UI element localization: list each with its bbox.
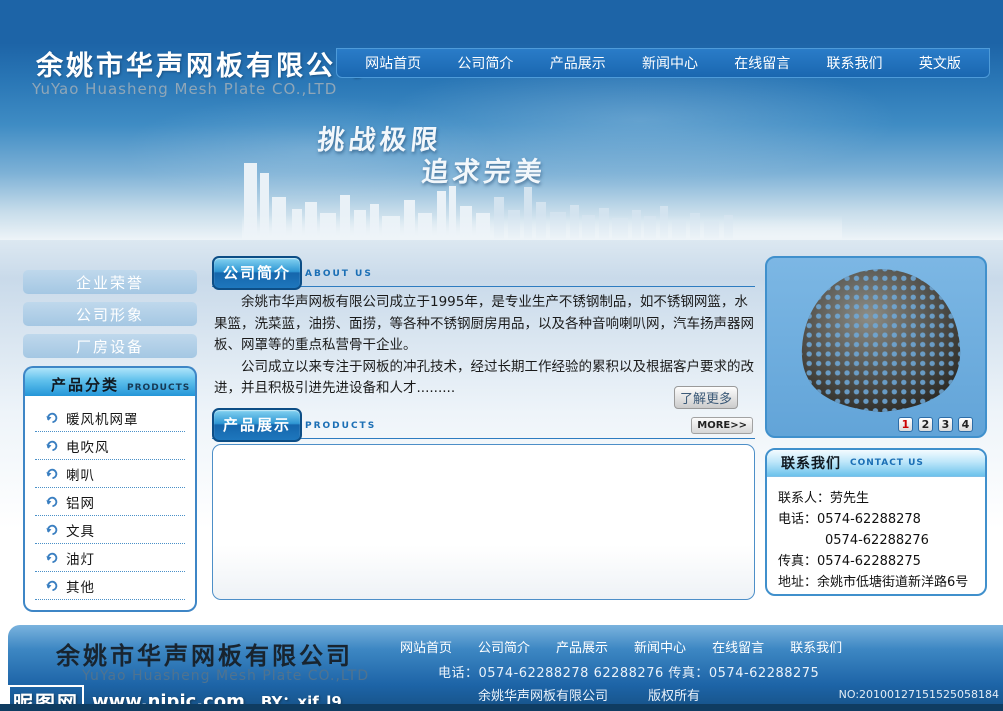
about-section-header: 公司简介 ABOUT US — [212, 256, 755, 287]
slider-pagination: 1 2 3 4 — [893, 417, 973, 432]
footer-phone-line: 电话：0574-62288278 62288276 传真：0574-622882… — [438, 662, 819, 681]
nav-item[interactable]: 新闻中心 — [642, 53, 698, 73]
footer-bottom-strip — [0, 704, 1003, 711]
about-subtitle: ABOUT US — [305, 269, 373, 279]
company-logo[interactable]: 余姚市华声网板有限公司 — [36, 44, 366, 83]
learn-more-button[interactable]: 了解更多 — [674, 386, 738, 409]
page: 余姚市华声网板有限公司 YuYao Huasheng Mesh Plate CO… — [0, 0, 1003, 711]
main-content: 企业荣誉 公司形象 厂房设备 产品分类 PRODUCTS — [0, 240, 1003, 625]
footer-link[interactable]: 公司简介 — [478, 637, 530, 656]
sidebar-item-image[interactable]: 公司形象 — [23, 302, 197, 326]
curved-arrow-icon — [45, 551, 58, 564]
footer-copyright-name: 余姚华声网板有限公司 — [478, 689, 608, 704]
page-button[interactable]: 4 — [958, 417, 973, 432]
category-label: 文具 — [66, 520, 95, 540]
products-subtitle: PRODUCTS — [305, 421, 376, 431]
category-label: 暖风机网罩 — [66, 408, 139, 428]
products-section-header: 产品展示 PRODUCTS MORE>> — [212, 408, 755, 439]
contact-line: 传真：0574-62288275 — [778, 551, 979, 572]
product-category-list: 暖风机网罩 电吹风 — [23, 396, 197, 612]
contact-info: 联系人：劳先生 电话：0574-62288278 0574-62288276 传… — [767, 477, 985, 593]
about-title-badge[interactable]: 公司简介 — [212, 256, 302, 290]
category-label: 其他 — [66, 576, 95, 596]
nav-item[interactable]: 网站首页 — [365, 53, 421, 73]
products-title-badge[interactable]: 产品展示 — [212, 408, 302, 442]
more-button[interactable]: MORE>> — [691, 417, 753, 434]
header-banner: 余姚市华声网板有限公司 YuYao Huasheng Mesh Plate CO… — [0, 0, 1003, 240]
footer-company-name: 余姚市华声网板有限公司 — [56, 636, 353, 671]
category-item[interactable]: 暖风机网罩 — [35, 404, 185, 432]
category-label: 喇叭 — [66, 464, 95, 484]
footer-link[interactable]: 新闻中心 — [634, 637, 686, 656]
footer: 余姚市华声网板有限公司 YuYao Huasheng Mesh Plate CO… — [8, 625, 1003, 711]
products-display-box — [212, 444, 755, 600]
category-item[interactable]: 喇叭 — [35, 460, 185, 488]
contact-title: 联系我们 — [781, 453, 841, 473]
sidebar-item-honor[interactable]: 企业荣誉 — [23, 270, 197, 294]
curved-arrow-icon — [45, 495, 58, 508]
about-text: 余姚市华声网板有限公司成立于1995年，是专业生产不锈钢制品，如不锈钢网篮，水果… — [214, 292, 754, 400]
sidebar-item-equipment[interactable]: 厂房设备 — [23, 334, 197, 358]
page-button[interactable]: 1 — [898, 417, 913, 432]
product-image-slider: 1 2 3 4 — [765, 256, 987, 438]
nav-item[interactable]: 公司简介 — [457, 53, 513, 73]
footer-link[interactable]: 网站首页 — [400, 637, 452, 656]
category-item[interactable]: 其他 — [35, 572, 185, 600]
nav-item[interactable]: 联系我们 — [827, 53, 883, 73]
company-logo-subtitle: YuYao Huasheng Mesh Plate CO.,LTD — [32, 80, 337, 98]
contact-panel-header: 联系我们 CONTACT US — [767, 450, 985, 477]
product-category-header: 产品分类 PRODUCTS — [23, 366, 197, 396]
page-button[interactable]: 2 — [918, 417, 933, 432]
category-item[interactable]: 铝网 — [35, 488, 185, 516]
mesh-dome-product-image — [795, 264, 967, 419]
category-label: 电吹风 — [66, 436, 110, 456]
footer-link[interactable]: 产品展示 — [556, 637, 608, 656]
city-skyline-illustration — [242, 157, 842, 240]
curved-arrow-icon — [45, 579, 58, 592]
about-paragraph-1: 余姚市华声网板有限公司成立于1995年，是专业生产不锈钢制品，如不锈钢网篮，水果… — [214, 292, 754, 357]
product-category-panel: 产品分类 PRODUCTS 暖风机网罩 — [23, 366, 197, 612]
about-paragraph-2: 公司成立以来专注于网板的冲孔技术，经过长期工作经验的累积以及根据客户要求的改进，… — [214, 357, 754, 400]
footer-nav: 网站首页 公司简介 产品展示 新闻中心 在线留言 联系我们 — [400, 637, 868, 656]
nav-item[interactable]: 英文版 — [919, 53, 961, 73]
category-label: 铝网 — [66, 492, 95, 512]
contact-line: 电话：0574-62288278 — [778, 509, 979, 530]
footer-copyright-label: 版权所有 — [648, 689, 700, 704]
product-category-title: 产品分类 — [51, 374, 119, 395]
contact-panel: 联系我们 CONTACT US 联系人：劳先生 电话：0574-62288278… — [765, 448, 987, 596]
contact-line: 地址：余姚市低塘街道新洋路6号 — [778, 572, 979, 593]
contact-subtitle: CONTACT US — [850, 458, 924, 468]
curved-arrow-icon — [45, 411, 58, 424]
footer-link[interactable]: 联系我们 — [790, 637, 842, 656]
page-button[interactable]: 3 — [938, 417, 953, 432]
footer-copyright: 余姚华声网板有限公司 版权所有 — [478, 685, 700, 704]
category-item[interactable]: 文具 — [35, 516, 185, 544]
category-item[interactable]: 电吹风 — [35, 432, 185, 460]
curved-arrow-icon — [45, 467, 58, 480]
footer-link[interactable]: 在线留言 — [712, 637, 764, 656]
category-item[interactable]: 油灯 — [35, 544, 185, 572]
contact-line: 0574-62288276 — [778, 530, 979, 551]
product-category-subtitle: PRODUCTS — [127, 383, 190, 393]
category-label: 油灯 — [66, 548, 95, 568]
footer-company-name-en: YuYao Huasheng Mesh Plate CO.,LTD — [82, 668, 369, 684]
nav-item[interactable]: 产品展示 — [550, 53, 606, 73]
contact-line: 联系人：劳先生 — [778, 488, 979, 509]
curved-arrow-icon — [45, 523, 58, 536]
curved-arrow-icon — [45, 439, 58, 452]
main-nav: 网站首页 公司简介 产品展示 新闻中心 在线留言 联系我们 英文版 — [336, 48, 990, 78]
footer-serial-number: NO:20100127151525058184 — [839, 688, 999, 701]
nav-item[interactable]: 在线留言 — [734, 53, 790, 73]
